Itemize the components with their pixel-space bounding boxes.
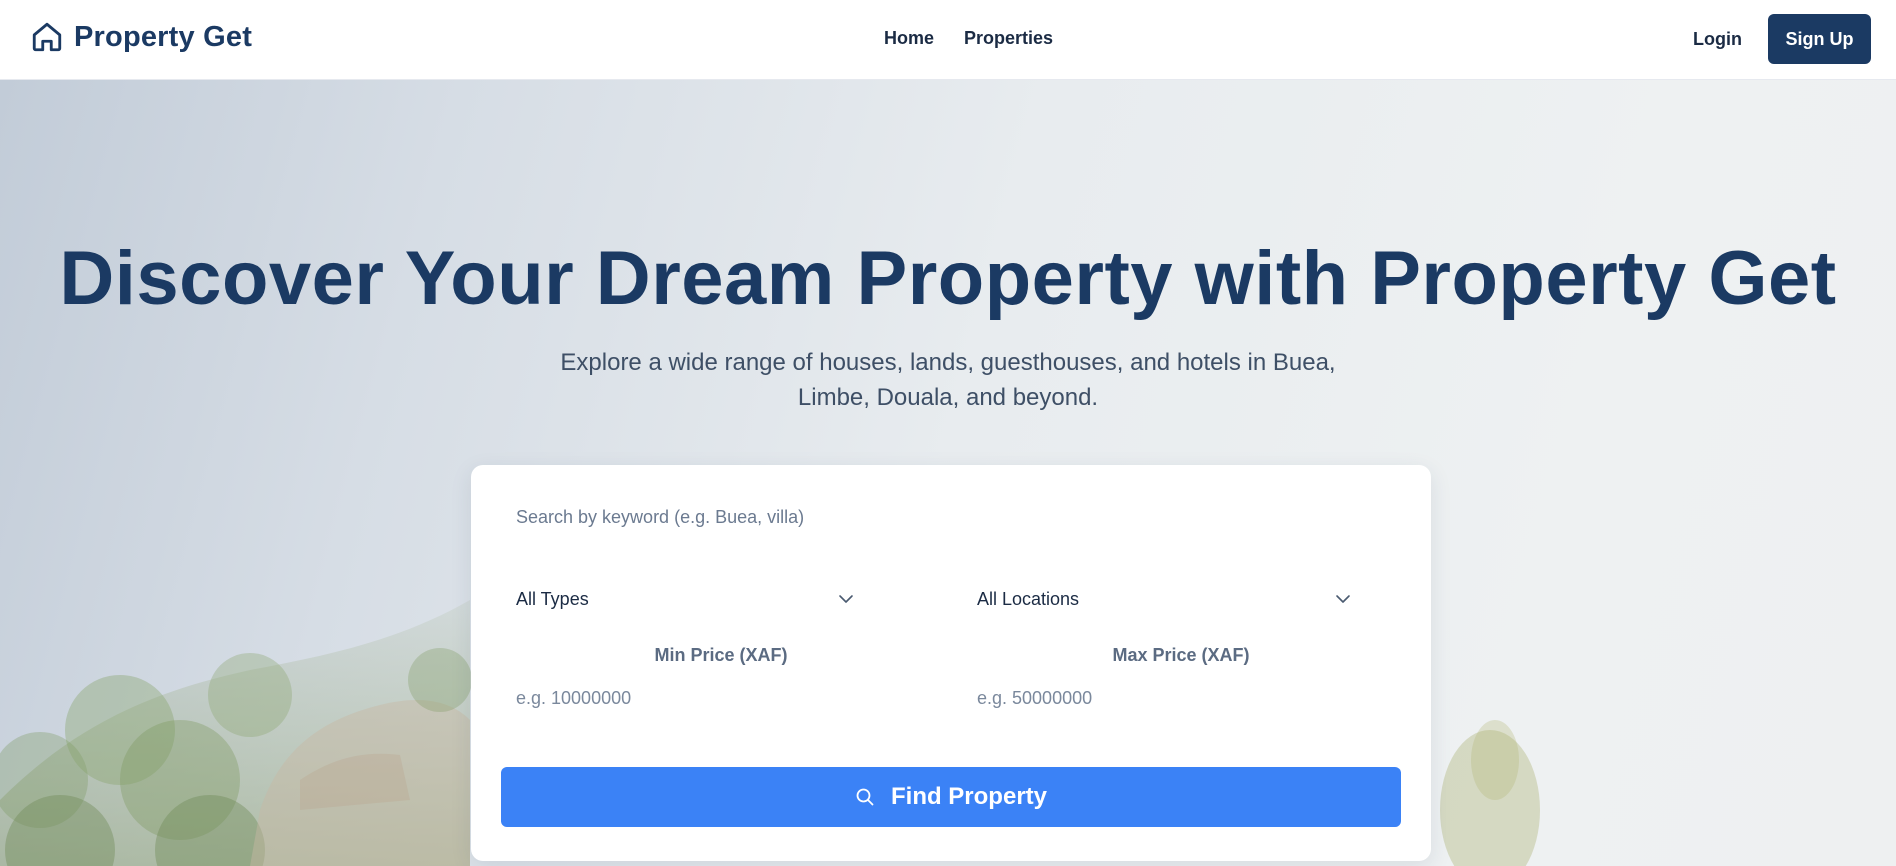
nav-link-home[interactable]: Home [884, 28, 934, 49]
navbar: Property Get Home Properties Login Sign … [0, 0, 1896, 80]
home-icon [32, 22, 62, 52]
property-search-card: All Types All Locations Min Price (XAF) … [471, 465, 1431, 861]
nav-link-properties[interactable]: Properties [964, 28, 1053, 49]
find-property-button[interactable]: Find Property [501, 767, 1401, 827]
property-type-select[interactable]: All Types [516, 579, 854, 619]
min-price-label: Min Price (XAF) [654, 645, 788, 665]
max-price-input[interactable] [977, 678, 1377, 718]
search-icon [856, 788, 874, 806]
chevron-down-icon [839, 595, 853, 603]
brand-name: Property Get [74, 20, 253, 53]
chevron-down-icon [1336, 595, 1350, 603]
hero-subtitle: Explore a wide range of houses, lands, g… [560, 349, 1336, 411]
property-type-selected: All Types [516, 588, 589, 609]
location-selected: All Locations [977, 588, 1080, 609]
signup-button[interactable]: Sign Up [1768, 14, 1871, 64]
location-select[interactable]: All Locations [977, 579, 1351, 619]
main-nav: Home Properties [884, 28, 1053, 49]
min-price-input[interactable] [516, 678, 916, 718]
brand-logo-link[interactable]: Property Get [30, 20, 252, 54]
find-property-label: Find Property [890, 783, 1047, 810]
login-link[interactable]: Login [1693, 29, 1742, 50]
keyword-search-input[interactable] [516, 497, 1386, 537]
max-price-label: Max Price (XAF) [1112, 645, 1250, 665]
hero-title: Discover Your Dream Property with Proper… [59, 236, 1837, 321]
hero-section: Discover Your Dream Property with Proper… [0, 80, 1896, 866]
